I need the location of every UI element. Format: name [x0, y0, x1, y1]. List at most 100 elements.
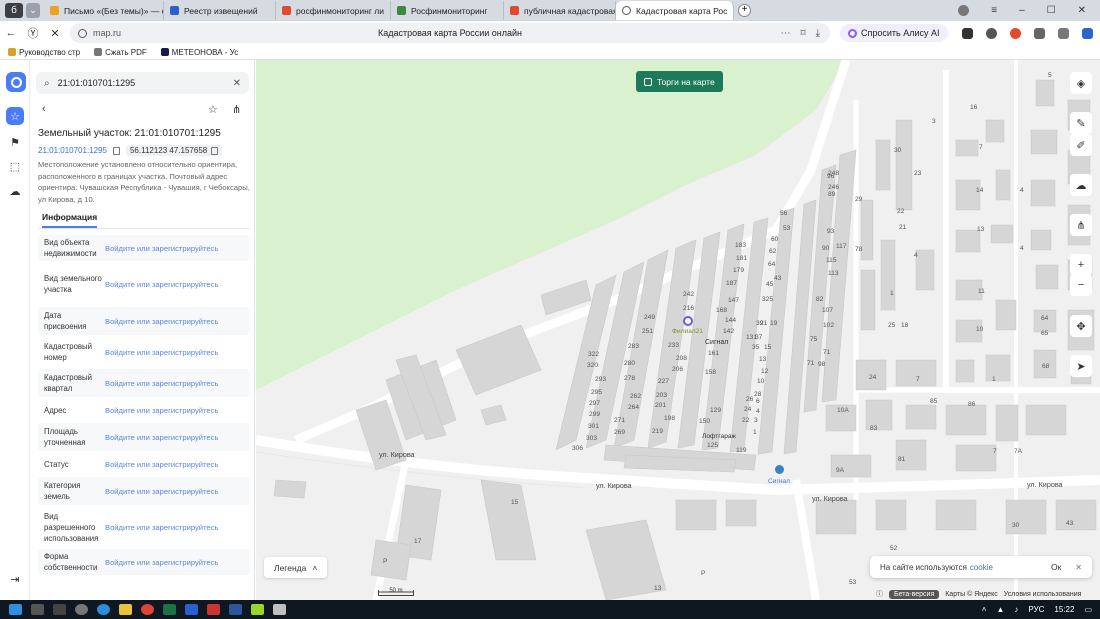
login-link[interactable]: Войдите или зарегистрируйтесь [105, 379, 218, 388]
app-icon[interactable] [273, 604, 286, 615]
download-icon[interactable]: ⤓ [816, 28, 820, 39]
browser-menu-icon[interactable]: б [5, 3, 23, 18]
tab-registry[interactable]: Реестр извещений [164, 1, 276, 20]
more-icon[interactable]: ⋯ [780, 28, 790, 39]
poi-label[interactable]: Филиал21 [672, 328, 703, 335]
geolocation-icon[interactable]: ➤ [1070, 355, 1092, 377]
language-indicator[interactable]: РУС [1028, 605, 1044, 614]
task-view-icon[interactable] [53, 604, 66, 615]
select-area-icon[interactable]: ⬚ [6, 157, 24, 175]
search-input[interactable] [57, 78, 218, 88]
clear-icon[interactable]: ✕ [233, 78, 241, 89]
explorer-icon[interactable] [119, 604, 132, 615]
login-link[interactable]: Войдите или зарегистрируйтесь [105, 487, 218, 496]
login-link[interactable]: Войдите или зарегистрируйтесь [105, 244, 218, 253]
login-link[interactable]: Войдите или зарегистрируйтесь [105, 317, 218, 326]
terms-link[interactable]: Условия использования [1004, 591, 1082, 598]
login-link[interactable]: Войдите или зарегистрируйтесь [105, 558, 218, 567]
login-link[interactable]: Войдите или зарегистрируйтесь [105, 280, 218, 289]
tray-chevron-icon[interactable]: ˄ [982, 605, 987, 614]
login-link[interactable]: Войдите или зарегистрируйтесь [105, 348, 218, 357]
tab-rosfin[interactable]: Росфинмониторинг [391, 1, 504, 20]
close-window-icon[interactable]: ✕ [1078, 5, 1086, 16]
tab-public-cadastral[interactable]: публичная кадастровая [504, 1, 616, 20]
network-icon[interactable]: ▲ [996, 605, 1004, 614]
copy-icon[interactable] [112, 146, 120, 155]
route-icon[interactable]: ⚑ [6, 133, 24, 151]
cloud-upload-icon[interactable]: ☁ [1070, 174, 1092, 196]
outlook-icon[interactable] [185, 604, 198, 615]
reload-close-icon[interactable]: ✕ [44, 27, 66, 40]
edit-icon[interactable]: ✐ [1070, 134, 1092, 156]
chrome-icon[interactable] [141, 604, 154, 615]
minimize-icon[interactable]: – [1019, 5, 1025, 16]
tab-search-rosfin[interactable]: росфинмониторинг ли [276, 1, 391, 20]
yandex-browser-icon[interactable] [207, 604, 220, 615]
tabs-dropdown-icon[interactable]: ⌄ [26, 3, 40, 18]
share-network-icon[interactable]: ⋔ [1070, 214, 1092, 236]
tab-cadastral-map[interactable]: Кадастровая карта Рос ✕ [616, 1, 734, 20]
extension-icon[interactable] [961, 27, 973, 39]
zoom-out-icon[interactable]: − [1070, 274, 1092, 296]
vpn-icon[interactable] [985, 27, 997, 39]
legend-button[interactable]: Легенда ˄ [264, 557, 328, 578]
layers-icon[interactable]: ◈ [1070, 72, 1092, 94]
login-link[interactable]: Войдите или зарегистрируйтесь [105, 460, 218, 469]
app-icon[interactable] [251, 604, 264, 615]
login-link[interactable]: Войдите или зарегистрируйтесь [105, 406, 218, 415]
alice-button[interactable]: Спросить Алису AI [840, 24, 948, 42]
close-icon[interactable]: ✕ [1075, 563, 1082, 572]
maximize-icon[interactable]: ☐ [1047, 5, 1056, 16]
bookmark-item[interactable]: Руководство стр [8, 48, 80, 57]
tab-mail[interactable]: Письмо «(Без темы)» — с [44, 1, 164, 20]
hamburger-menu-icon[interactable]: ≡ [991, 5, 997, 16]
bookmark-item[interactable]: МЕТЕОНОВА - Ус [160, 48, 238, 57]
back-arrow-icon[interactable]: ← [0, 27, 22, 39]
tab-information[interactable]: Информация [42, 212, 98, 228]
app-icon[interactable] [75, 604, 88, 615]
app-logo-icon[interactable] [6, 72, 26, 92]
zoom-in-icon[interactable]: + [1070, 254, 1092, 276]
cloud-icon[interactable]: ☁ [6, 182, 24, 200]
bus-stop-icon[interactable] [775, 465, 784, 474]
coordinates-chip[interactable]: 56.112123 47.157658 [125, 145, 223, 156]
excel-icon[interactable] [163, 604, 176, 615]
search-icon[interactable] [31, 604, 44, 615]
profile-icon[interactable] [958, 5, 970, 16]
new-tab-button[interactable]: + [738, 4, 751, 17]
start-icon[interactable] [9, 604, 22, 615]
logout-icon[interactable]: ⇥ [6, 570, 24, 588]
bookmark-icon[interactable]: ⌑ [800, 28, 805, 39]
login-link[interactable]: Войдите или зарегистрируйтесь [105, 433, 218, 442]
bus-stop-label[interactable]: Сигнал [768, 478, 790, 485]
site-info-icon[interactable] [78, 28, 87, 38]
clock[interactable]: 15:22 [1054, 605, 1074, 614]
info-icon[interactable]: ⓘ [876, 589, 883, 599]
downloads-icon[interactable] [1081, 27, 1093, 39]
notifications-icon[interactable]: ▭ [1084, 605, 1092, 614]
selected-location-marker[interactable] [683, 316, 693, 326]
url-input[interactable]: map.ru Кадастровая карта России онлайн ⋯… [70, 23, 830, 43]
auctions-toggle-button[interactable]: Торги на карте [636, 71, 723, 92]
word-icon[interactable] [229, 604, 242, 615]
bookmark-item[interactable]: Сжать PDF [94, 48, 147, 57]
map-canvas[interactable]: 5 16 3 30 7 23 14 4 22 21 13 4 4 11 1 25… [256, 60, 1100, 600]
pan-icon[interactable]: ✥ [1070, 315, 1092, 337]
adblock-icon[interactable] [1009, 27, 1021, 39]
attribution-text[interactable]: Карты © Яндекс [945, 591, 998, 598]
ruler-icon[interactable]: ✎ [1070, 112, 1092, 134]
search-box[interactable]: ⌕ ✕ [36, 72, 249, 94]
volume-icon[interactable]: ♪ [1014, 605, 1018, 614]
cookie-ok-button[interactable]: Ок [1051, 562, 1061, 572]
cookie-link[interactable]: cookie [970, 563, 993, 572]
close-tab-icon[interactable]: ✕ [732, 6, 733, 15]
cadastral-number-link[interactable]: 21:01:010701:1295 [38, 146, 107, 155]
back-icon[interactable]: ‹ [42, 103, 46, 115]
favorites-star-icon[interactable]: ☆ [6, 107, 24, 125]
star-icon[interactable]: ☆ [208, 103, 218, 116]
share-icon[interactable]: ⋔ [232, 103, 241, 116]
edge-icon[interactable] [97, 604, 110, 615]
copy-icon[interactable] [211, 146, 219, 155]
yandex-logo-icon[interactable]: Ⓨ [22, 25, 44, 41]
login-link[interactable]: Войдите или зарегистрируйтесь [105, 523, 218, 532]
